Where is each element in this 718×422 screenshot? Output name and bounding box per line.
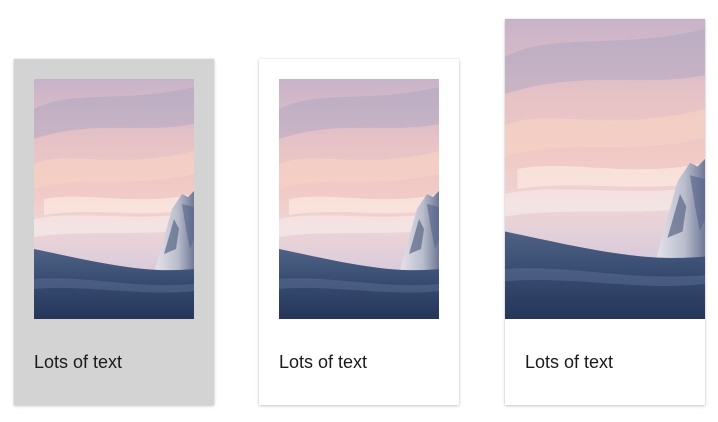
mountain-sunset-image (505, 19, 705, 319)
mountain-sunset-image (279, 79, 439, 319)
card-hovered[interactable]: Lots of text (14, 59, 214, 405)
card-label: Lots of text (34, 352, 123, 372)
card-label: Lots of text (279, 352, 368, 372)
card-default[interactable]: Lots of text (259, 59, 459, 405)
card-gallery: Lots of text Lots of text Lots of text (0, 0, 718, 422)
mountain-sunset-image (34, 79, 194, 319)
card-expanded[interactable]: Lots of text (505, 19, 705, 405)
card-label: Lots of text (525, 352, 614, 372)
